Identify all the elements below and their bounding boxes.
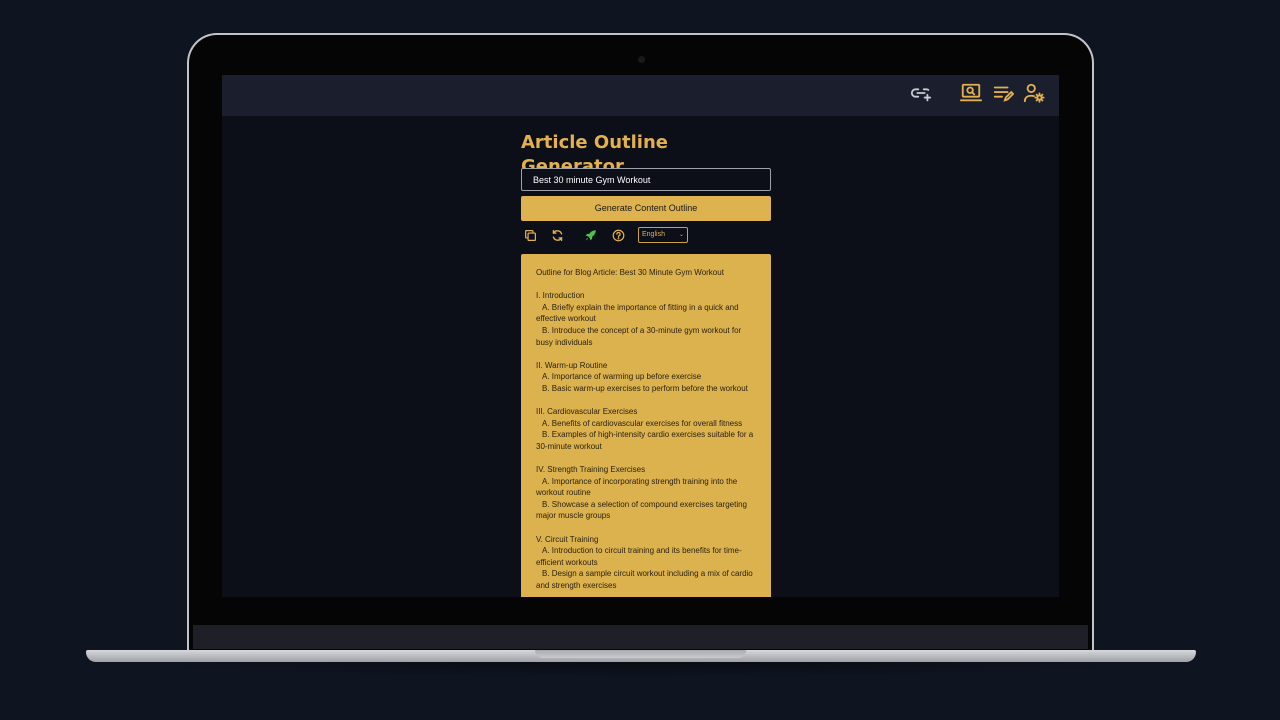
outline-item: A. Briefly explain the importance of fit…	[536, 302, 739, 324]
top-navigation-bar	[222, 75, 1059, 116]
refresh-icon[interactable]	[551, 229, 564, 242]
camera-dot	[638, 56, 645, 63]
outline-spacer	[536, 522, 757, 534]
user-settings-icon[interactable]	[1023, 82, 1045, 104]
outline-item: A. Introduction to circuit training and …	[536, 546, 742, 567]
outline-spacer	[536, 348, 757, 360]
language-select-value: English	[642, 231, 665, 238]
app-screen: Article Outline Generator Generate Conte…	[222, 75, 1059, 597]
outline-generator-app: Article Outline Generator Generate Conte…	[521, 131, 771, 597]
outline-item: B. Introduce the concept of a 30-minute …	[536, 325, 742, 347]
outline-item: B. Basic warm-up exercises to perform be…	[542, 383, 748, 393]
copy-icon[interactable]	[524, 229, 537, 242]
outline-toolbar: English ⌄	[521, 226, 771, 248]
language-select[interactable]: English ⌄	[638, 227, 688, 243]
outline-item: A. Importance of warming up before exerc…	[542, 372, 702, 382]
link-add-icon[interactable]	[910, 82, 932, 104]
outline-section-title: V. Circuit Training	[536, 534, 599, 544]
outline-item: B. Design a sample circuit workout inclu…	[536, 569, 753, 591]
outline-section-title: IV. Strength Training Exercises	[536, 465, 646, 475]
outline-item: A. Importance of incorporating strength …	[536, 476, 738, 498]
laptop-chin	[193, 625, 1088, 649]
outline-output-panel: Outline for Blog Article: Best 30 Minute…	[521, 254, 771, 597]
outline-spacer	[536, 279, 757, 291]
outline-item: B. Showcase a selection of compound exer…	[536, 499, 748, 521]
outline-section-title: II. Warm-up Routine	[536, 360, 608, 370]
page-title: Article Outline Generator	[521, 132, 668, 177]
outline-section-title: III. Cardiovascular Exercises	[536, 407, 638, 417]
outline-item: B. Examples of high-intensity cardio exe…	[536, 430, 754, 451]
outline-spacer	[536, 453, 757, 465]
laptop-shadow	[120, 662, 1160, 678]
help-icon[interactable]	[612, 229, 625, 242]
topic-input[interactable]	[521, 168, 771, 191]
outline-item: A. Benefits of cardiovascular exercises …	[542, 418, 743, 428]
laptop-notch	[535, 650, 746, 658]
outline-section-title: I. Introduction	[536, 291, 585, 301]
outline-spacer	[536, 395, 757, 407]
laptop-search-icon[interactable]	[960, 82, 982, 104]
generate-outline-button[interactable]: Generate Content Outline	[521, 196, 771, 221]
edit-list-icon[interactable]	[992, 82, 1015, 104]
outline-heading: Outline for Blog Article: Best 30 Minute…	[536, 268, 724, 277]
chevron-down-icon: ⌄	[678, 232, 684, 238]
rocket-icon[interactable]	[584, 229, 597, 242]
laptop-mockup: Article Outline Generator Generate Conte…	[0, 0, 1280, 720]
